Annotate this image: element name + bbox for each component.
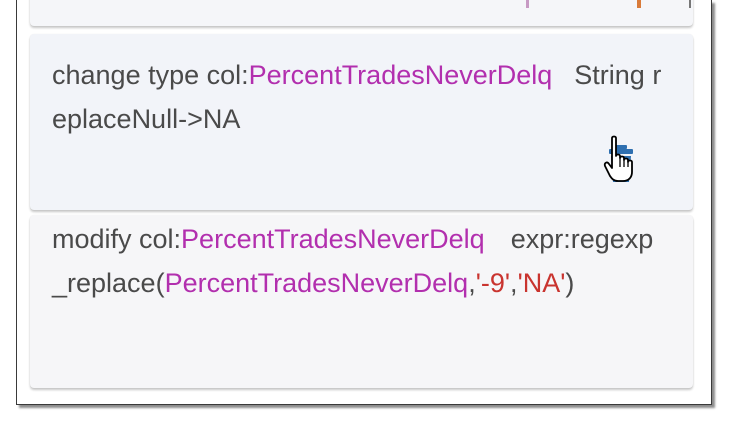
string-literal: 'NA' — [517, 268, 566, 298]
step-card-change-type[interactable]: change type col:PercentTradesNeverDelq St… — [30, 34, 693, 210]
step-card-previous[interactable] — [30, 0, 693, 26]
expression-column: PercentTradesNeverDelq — [164, 268, 469, 298]
column-name: PercentTradesNeverDelq — [181, 224, 485, 254]
step-description: modify col:PercentTradesNeverDelq expr:re… — [52, 217, 663, 305]
cut-off-text-fragment — [689, 0, 691, 8]
step-card-modify[interactable]: modify col:PercentTradesNeverDelq expr:re… — [30, 215, 693, 388]
expression-suffix: ) — [565, 268, 575, 298]
step-action: modify col: — [52, 224, 182, 254]
panel-frame: change type col:PercentTradesNeverDelq St… — [16, 0, 712, 405]
comma: , — [468, 268, 476, 298]
comma: , — [510, 268, 518, 298]
hand-pointer-cursor — [603, 135, 633, 182]
column-name: PercentTradesNeverDelq — [248, 60, 553, 90]
cut-off-text-fragment — [526, 0, 529, 8]
step-description: change type col:PercentTradesNeverDelq St… — [52, 53, 663, 141]
step-action: change type col: — [52, 60, 249, 90]
cut-off-text-fragment — [637, 0, 641, 8]
string-literal: '-9' — [475, 268, 511, 298]
